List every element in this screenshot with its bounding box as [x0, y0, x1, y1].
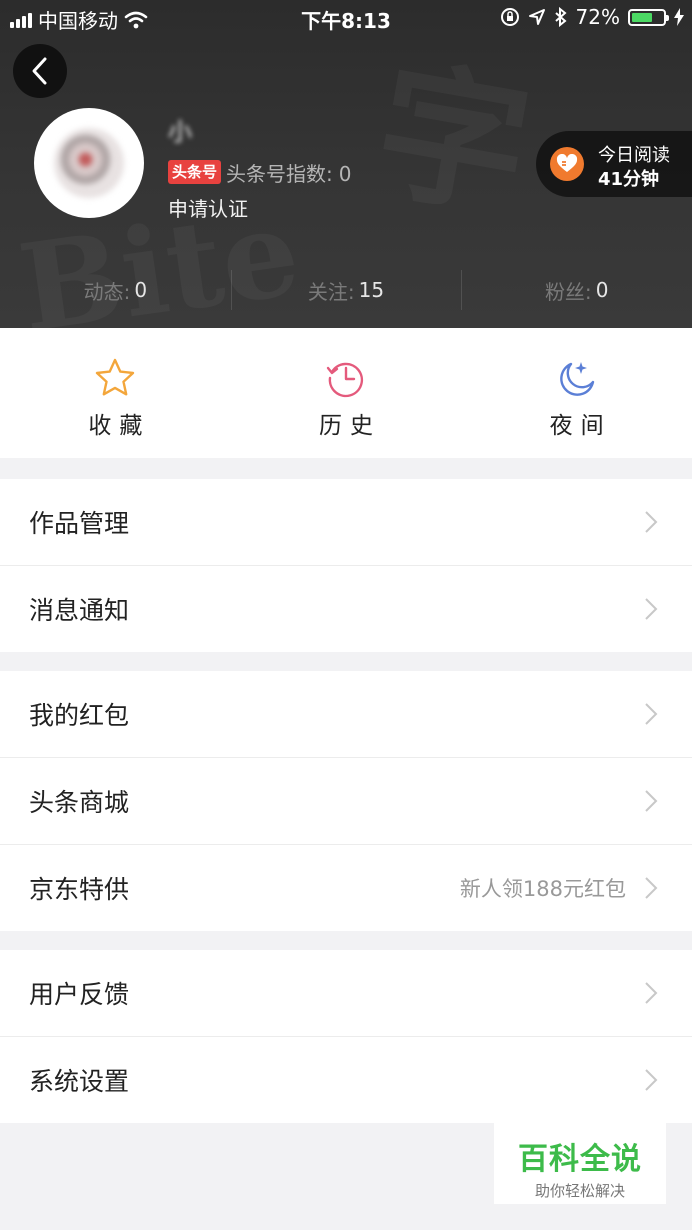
battery-icon: [628, 8, 669, 26]
chevron-right-icon: [645, 598, 658, 620]
stat-value: 0: [595, 278, 609, 302]
stat-posts[interactable]: 动态: 0: [0, 262, 231, 318]
profile-header: Bite 字 中国移动 下午8:13: [0, 0, 692, 328]
chevron-right-icon: [645, 877, 658, 899]
bluetooth-icon: [554, 7, 567, 27]
chevron-right-icon: [645, 511, 658, 533]
charging-icon: [674, 8, 684, 26]
stat-value: 0: [134, 278, 148, 302]
today-reading-label: 今日阅读: [598, 145, 670, 166]
favorites-label: 收藏: [88, 413, 151, 439]
back-button[interactable]: [13, 44, 67, 98]
avatar[interactable]: [34, 108, 144, 218]
watermark-title: 百科全说: [518, 1142, 642, 1177]
menu-item-label: 作品管理: [29, 509, 130, 538]
menu-item-feedback[interactable]: 用户反馈: [0, 950, 692, 1036]
index-label: 头条号指数:: [226, 162, 333, 186]
menu-item-label: 头条商城: [29, 788, 130, 817]
stat-label: 粉丝:: [544, 279, 592, 304]
menu-item-works[interactable]: 作品管理: [0, 479, 692, 565]
today-reading-button[interactable]: 今日阅读 41分钟: [536, 131, 692, 197]
menu-item-red-packet[interactable]: 我的红包: [0, 671, 692, 757]
moon-icon: [559, 362, 594, 396]
apply-certification-link[interactable]: 申请认证: [168, 193, 248, 222]
menu-group-3: 用户反馈 系统设置: [0, 950, 692, 1123]
stat-label: 动态:: [83, 279, 131, 304]
reading-heart-icon: [550, 147, 584, 181]
menu-item-settings[interactable]: 系统设置: [0, 1036, 692, 1123]
clock-history-icon: [326, 362, 364, 398]
stat-label: 关注:: [307, 279, 355, 304]
menu-group-1: 作品管理 消息通知: [0, 479, 692, 652]
stat-following[interactable]: 关注: 15: [230, 262, 462, 318]
night-mode-button[interactable]: 夜间: [461, 328, 692, 458]
watermark-subtitle: 助你轻松解决: [534, 1182, 625, 1200]
stats-bar: 动态: 0 关注: 15 粉丝: 0: [0, 262, 692, 318]
site-watermark: 百科全说 助你轻松解决: [494, 1120, 666, 1204]
menu-item-promo: 新人领188元红包: [459, 877, 626, 901]
chevron-right-icon: [645, 1069, 658, 1091]
history-label: 历史: [319, 413, 381, 439]
menu-item-mall[interactable]: 头条商城: [0, 757, 692, 844]
menu-item-label: 用户反馈: [29, 980, 130, 1009]
night-mode-label: 夜间: [549, 413, 612, 439]
menu-item-label: 我的红包: [29, 701, 130, 730]
stat-value: 15: [358, 278, 385, 302]
background-watermark-2: 字: [362, 9, 547, 249]
toutiao-badge: 头条号: [168, 160, 222, 184]
menu-group-2: 我的红包 头条商城 京东特供 新人领188元红包: [0, 671, 692, 931]
favorites-button[interactable]: 收藏: [0, 328, 231, 458]
username: 小: [168, 118, 194, 146]
status-bar: 中国移动 下午8:13 72%: [0, 0, 692, 36]
menu-item-jd-special[interactable]: 京东特供 新人领188元红包: [0, 844, 692, 931]
history-button[interactable]: 历史: [231, 328, 462, 458]
quick-actions: 收藏 历史 夜间: [0, 328, 692, 458]
menu-item-label: 系统设置: [29, 1067, 130, 1096]
star-icon: [96, 358, 135, 396]
menu-item-label: 京东特供: [29, 875, 130, 904]
chevron-right-icon: [645, 703, 658, 725]
chevron-left-icon: [32, 57, 47, 85]
location-icon: [528, 9, 545, 25]
battery-percent: 72%: [575, 5, 620, 29]
menu-item-label: 消息通知: [29, 596, 130, 625]
chevron-right-icon: [645, 790, 658, 812]
toutiao-index: 头条号指数: 0: [226, 158, 351, 187]
today-reading-minutes: 41分钟: [598, 169, 660, 190]
stat-followers[interactable]: 粉丝: 0: [461, 262, 692, 318]
rotation-lock-icon: [500, 8, 519, 26]
chevron-right-icon: [645, 982, 658, 1004]
index-value: 0: [338, 162, 352, 186]
menu-item-notifications[interactable]: 消息通知: [0, 565, 692, 652]
